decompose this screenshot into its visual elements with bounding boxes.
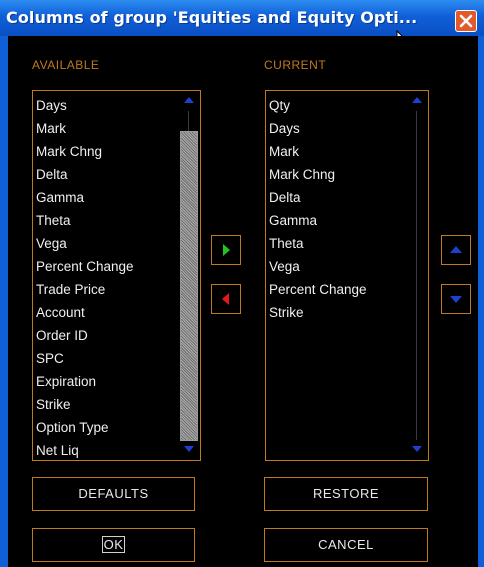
dialog-body: AVAILABLE CURRENT Days Mark Mark Chng Delta… (8, 36, 478, 567)
scroll-down-button[interactable] (408, 442, 426, 458)
arrow-left-icon (222, 293, 229, 305)
arrow-down-icon (184, 446, 194, 452)
list-item[interactable]: Option Type (36, 416, 134, 439)
arrow-up-icon (450, 246, 462, 253)
scroll-down-button[interactable] (180, 442, 198, 458)
current-list[interactable]: Qty Days Mark Mark Chng Delta Gamma Theta Vega P… (265, 90, 429, 461)
list-item[interactable]: SPC (36, 347, 134, 370)
move-down-button[interactable] (441, 284, 471, 314)
arrow-down-icon (412, 446, 422, 452)
list-item[interactable]: Account (36, 301, 134, 324)
move-up-button[interactable] (441, 235, 471, 265)
window-frame-left (0, 36, 8, 567)
list-item[interactable]: Strike (269, 301, 367, 324)
list-item[interactable]: Delta (269, 186, 367, 209)
list-item[interactable]: Gamma (269, 209, 367, 232)
arrow-up-icon (412, 97, 422, 103)
close-icon (459, 14, 473, 28)
restore-button[interactable]: RESTORE (264, 477, 428, 511)
list-item[interactable]: Percent Change (269, 278, 367, 301)
list-item[interactable]: Net Liq (36, 439, 134, 462)
scroll-up-button[interactable] (408, 93, 426, 109)
arrow-up-icon (184, 97, 194, 103)
list-item[interactable]: Order ID (36, 324, 134, 347)
list-item[interactable]: Percent Change (36, 255, 134, 278)
list-item[interactable]: Mark (269, 140, 367, 163)
list-item[interactable]: Days (36, 94, 134, 117)
remove-column-button[interactable] (211, 284, 241, 314)
close-button[interactable] (455, 10, 477, 32)
list-item[interactable]: Vega (36, 232, 134, 255)
scroll-track (416, 111, 417, 440)
list-item[interactable]: Trade Price (36, 278, 134, 301)
ok-button[interactable]: OK (32, 528, 195, 562)
list-item[interactable]: Qty (269, 94, 367, 117)
window-title: Columns of group 'Equities and Equity Op… (6, 8, 418, 27)
arrow-down-icon (450, 296, 462, 303)
list-item[interactable]: Expiration (36, 370, 134, 393)
list-item[interactable]: Vega (269, 255, 367, 278)
available-scrollbar[interactable] (180, 93, 198, 458)
list-item[interactable]: Delta (36, 163, 134, 186)
list-item[interactable]: Mark (36, 117, 134, 140)
list-item[interactable]: Mark Chng (269, 163, 367, 186)
list-item[interactable]: Theta (269, 232, 367, 255)
defaults-button[interactable]: DEFAULTS (32, 477, 195, 511)
arrow-right-icon (223, 244, 230, 256)
scroll-thumb[interactable] (180, 131, 198, 441)
window-frame-right (478, 36, 484, 567)
list-item[interactable]: Strike (36, 393, 134, 416)
add-column-button[interactable] (211, 235, 241, 265)
scroll-up-button[interactable] (180, 93, 198, 109)
available-label: AVAILABLE (32, 58, 100, 72)
current-items: Qty Days Mark Mark Chng Delta Gamma Theta Vega P… (269, 94, 367, 324)
available-items: Days Mark Mark Chng Delta Gamma Theta Vega Perc… (36, 94, 134, 462)
list-item[interactable]: Theta (36, 209, 134, 232)
cancel-button[interactable]: CANCEL (264, 528, 428, 562)
current-label: CURRENT (264, 58, 327, 72)
ok-button-label: OK (101, 536, 126, 553)
current-scrollbar[interactable] (408, 93, 426, 458)
scroll-track (188, 111, 189, 131)
available-list[interactable]: Days Mark Mark Chng Delta Gamma Theta Vega Perc… (32, 90, 201, 461)
list-item[interactable]: Days (269, 117, 367, 140)
list-item[interactable]: Mark Chng (36, 140, 134, 163)
list-item[interactable]: Gamma (36, 186, 134, 209)
